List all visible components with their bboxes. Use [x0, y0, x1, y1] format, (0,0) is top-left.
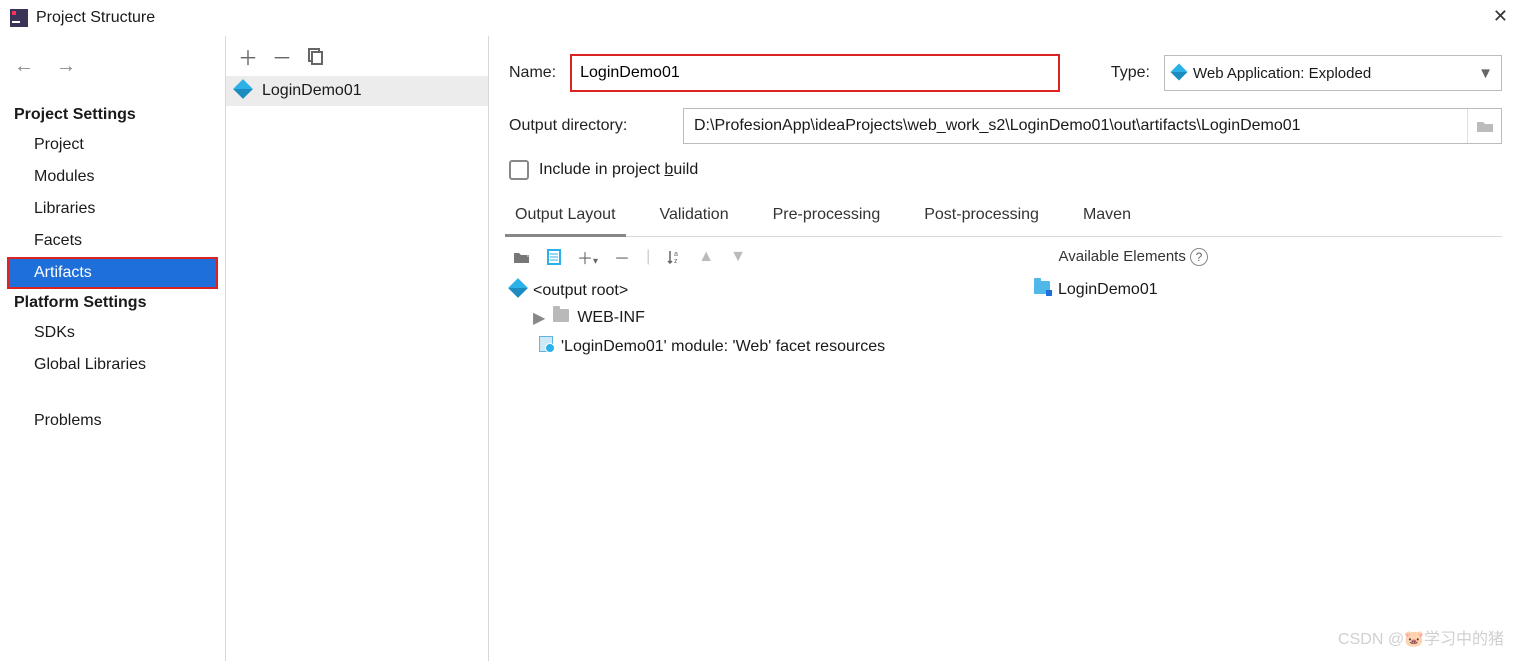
- titlebar: Project Structure ✕: [0, 0, 1522, 36]
- sidebar-item-project[interactable]: Project: [8, 130, 217, 160]
- browse-icon[interactable]: [1467, 109, 1501, 143]
- layout-body: <output root> ▶ WEB-INF 'LoginDemo01' mo…: [509, 277, 1502, 361]
- svg-text:+: +: [525, 250, 531, 261]
- include-build-row: Include in project build: [509, 160, 1502, 180]
- sidebar-item-facets[interactable]: Facets: [8, 226, 217, 256]
- chevron-down-icon: ▼: [1478, 65, 1493, 82]
- sidebar: ← → Project Settings Project Modules Lib…: [0, 36, 225, 661]
- diamond-icon: [511, 281, 525, 300]
- name-row: Name: Type: Web Application: Exploded ▼: [509, 54, 1502, 92]
- detail-tabs: Output Layout Validation Pre-processing …: [509, 198, 1502, 237]
- sort-icon[interactable]: az: [666, 249, 682, 265]
- intellij-icon: [10, 9, 28, 27]
- expand-icon[interactable]: ▶: [533, 308, 545, 328]
- type-value: Web Application: Exploded: [1193, 65, 1371, 82]
- close-icon[interactable]: ✕: [1493, 6, 1508, 27]
- include-build-checkbox[interactable]: [509, 160, 529, 180]
- artifact-icon: [236, 82, 254, 100]
- output-tree: <output root> ▶ WEB-INF 'LoginDemo01' mo…: [509, 277, 1032, 361]
- sidebar-item-global-libraries[interactable]: Global Libraries: [8, 350, 217, 380]
- tab-post-processing[interactable]: Post-processing: [920, 198, 1043, 236]
- new-folder-icon[interactable]: +: [513, 249, 531, 265]
- sidebar-item-problems[interactable]: Problems: [8, 406, 217, 436]
- outdir-row: Output directory: D:\ProfesionApp\ideaPr…: [509, 108, 1502, 144]
- help-icon[interactable]: ?: [1190, 248, 1208, 266]
- available-module[interactable]: LoginDemo01: [1032, 277, 1502, 303]
- detail-panel: Name: Type: Web Application: Exploded ▼ …: [489, 36, 1522, 661]
- forward-icon[interactable]: →: [56, 56, 76, 76]
- svg-text:z: z: [674, 258, 678, 265]
- back-icon[interactable]: ←: [14, 56, 34, 76]
- move-up-icon[interactable]: ▲: [698, 248, 714, 266]
- available-elements-tree: LoginDemo01: [1032, 277, 1502, 361]
- name-input[interactable]: [572, 56, 1058, 90]
- web-icon: [1173, 65, 1185, 82]
- sidebar-item-sdks[interactable]: SDKs: [8, 318, 217, 348]
- outdir-value[interactable]: D:\ProfesionApp\ideaProjects\web_work_s2…: [684, 117, 1467, 135]
- move-down-icon[interactable]: ▼: [730, 248, 746, 266]
- available-elements-label: Available Elements ?: [1059, 248, 1208, 266]
- add-icon[interactable]: ＋: [238, 42, 258, 71]
- outdir-label: Output directory:: [509, 117, 669, 135]
- layout-toolbar: + ＋▾ － | az ▲ ▼ Available Elements ?: [509, 237, 1502, 277]
- include-build-label: Include in project build: [539, 161, 698, 179]
- section-project-settings: Project Settings: [8, 102, 217, 128]
- list-toolbar: ＋ －: [226, 36, 488, 76]
- artifact-item[interactable]: LoginDemo01: [226, 76, 488, 106]
- tab-maven[interactable]: Maven: [1079, 198, 1135, 236]
- section-platform-settings: Platform Settings: [8, 290, 217, 316]
- nav-history: ← →: [8, 56, 217, 102]
- copy-icon[interactable]: [306, 47, 324, 65]
- remove-item-icon[interactable]: －: [614, 245, 630, 269]
- type-label: Type:: [1111, 64, 1150, 82]
- name-label: Name:: [509, 64, 556, 82]
- main: ← → Project Settings Project Modules Lib…: [0, 36, 1522, 661]
- webinf-folder[interactable]: ▶ WEB-INF: [509, 304, 1032, 332]
- sidebar-item-artifacts[interactable]: Artifacts: [8, 258, 217, 288]
- divider: |: [646, 248, 650, 266]
- outdir-field: D:\ProfesionApp\ideaProjects\web_work_s2…: [683, 108, 1502, 144]
- svg-text:a: a: [674, 251, 678, 258]
- output-root[interactable]: <output root>: [509, 277, 1032, 304]
- window-title: Project Structure: [36, 9, 155, 27]
- add-copy-icon[interactable]: ＋▾: [577, 245, 598, 269]
- facet-resources[interactable]: 'LoginDemo01' module: 'Web' facet resour…: [509, 332, 1032, 361]
- remove-icon[interactable]: －: [272, 42, 292, 71]
- artifacts-list: ＋ － LoginDemo01: [225, 36, 489, 661]
- new-directory-icon[interactable]: [547, 249, 561, 265]
- name-input-highlight: [570, 54, 1060, 92]
- type-select[interactable]: Web Application: Exploded ▼: [1164, 55, 1502, 91]
- tab-output-layout[interactable]: Output Layout: [511, 198, 620, 236]
- artifact-name: LoginDemo01: [262, 82, 362, 100]
- folder-icon: [553, 309, 569, 327]
- module-folder-icon: [1034, 281, 1050, 299]
- sidebar-item-libraries[interactable]: Libraries: [8, 194, 217, 224]
- tab-pre-processing[interactable]: Pre-processing: [769, 198, 885, 236]
- page-icon: [539, 336, 553, 357]
- tab-validation[interactable]: Validation: [656, 198, 733, 236]
- sidebar-item-modules[interactable]: Modules: [8, 162, 217, 192]
